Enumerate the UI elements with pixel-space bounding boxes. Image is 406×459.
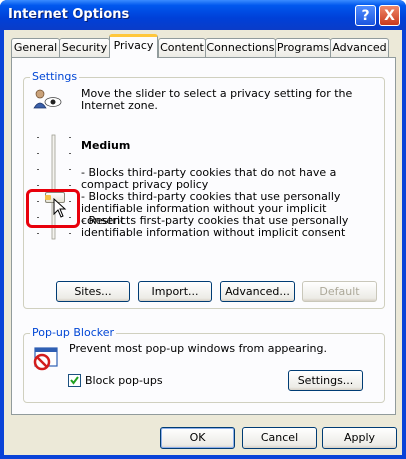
popup-blocker-group-label: Pop-up Blocker: [30, 326, 117, 339]
tab-advanced[interactable]: Advanced: [330, 38, 389, 57]
popup-settings-button[interactable]: Settings...: [288, 370, 363, 391]
advanced-button[interactable]: Advanced...: [220, 281, 295, 302]
tab-connections[interactable]: Connections: [205, 38, 276, 57]
tab-security[interactable]: Security: [59, 38, 110, 57]
settings-group: Settings Move the slider to select a pri…: [23, 70, 385, 309]
tab-programs[interactable]: Programs: [275, 38, 331, 57]
privacy-tab-panel: Settings Move the slider to select a pri…: [11, 57, 396, 415]
ok-button[interactable]: OK: [160, 427, 235, 449]
privacy-level-description-1: - Blocks third-party cookies that do not…: [81, 166, 337, 191]
privacy-level-title: Medium: [81, 139, 131, 152]
block-popups-checkbox[interactable]: [68, 374, 81, 387]
tab-privacy[interactable]: Privacy: [109, 34, 158, 58]
close-button[interactable]: X: [379, 5, 400, 26]
sites-button[interactable]: Sites...: [56, 281, 130, 302]
apply-button[interactable]: Apply: [322, 427, 397, 449]
block-popups-label[interactable]: Block pop-ups: [85, 374, 163, 387]
tab-general[interactable]: General: [11, 38, 60, 57]
title-bar[interactable]: Internet Options ? X: [0, 0, 406, 30]
internet-options-window: Internet Options ? X General Security Pr…: [0, 0, 406, 459]
settings-group-label: Settings: [30, 70, 80, 83]
dialog-client-area: General Security Privacy Content Connect…: [4, 30, 402, 455]
privacy-level-description-3: - Restricts first-party cookies that use…: [81, 214, 349, 239]
popup-blocker-group: Pop-up Blocker Prevent most pop-up windo…: [23, 326, 385, 403]
popup-blocked-icon: [33, 346, 59, 372]
tab-content[interactable]: Content: [158, 38, 206, 57]
help-button[interactable]: ?: [355, 5, 376, 26]
default-button[interactable]: Default: [302, 281, 377, 302]
window-title: Internet Options: [8, 7, 130, 22]
import-button[interactable]: Import...: [138, 281, 212, 302]
privacy-eye-icon: [32, 88, 62, 110]
popup-blocker-description: Prevent most pop-up windows from appeari…: [69, 342, 327, 355]
slider-instruction: Move the slider to select a privacy sett…: [81, 87, 353, 112]
slider-highlight-box: [26, 189, 80, 228]
cancel-button[interactable]: Cancel: [242, 427, 317, 449]
